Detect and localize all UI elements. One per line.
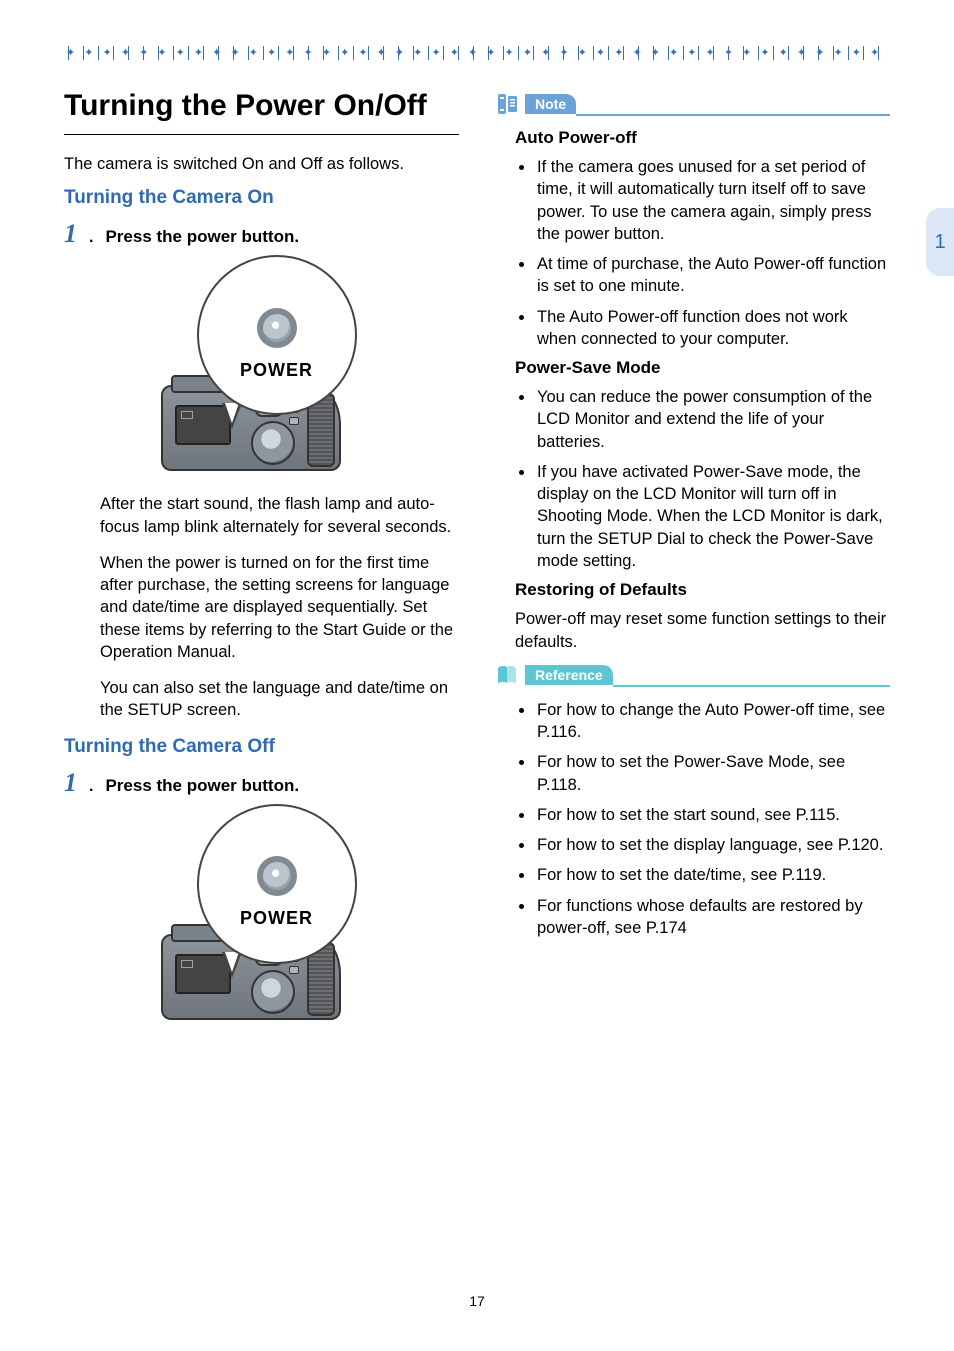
page-number: 17: [0, 1293, 954, 1309]
power-button-icon: [257, 856, 297, 896]
on-para-2: When the power is turned on for the firs…: [100, 552, 459, 663]
powersave-list: You can reduce the power consumption of …: [535, 386, 890, 572]
chapter-number: 1: [934, 231, 945, 254]
list-item: If the camera goes unused for a set peri…: [535, 156, 890, 245]
power-button-icon: [257, 308, 297, 348]
note-label: Note: [525, 94, 576, 114]
auto-poweroff-heading: Auto Power-off: [515, 128, 890, 148]
note-callout-header: Note: [495, 92, 890, 116]
on-para-1: After the start sound, the flash lamp an…: [100, 493, 459, 538]
list-item: For how to set the display language, see…: [535, 834, 890, 856]
section-heading-on: Turning the Camera On: [64, 187, 459, 209]
figure-power-off: POWER: [64, 806, 459, 1026]
powersave-heading: Power-Save Mode: [515, 358, 890, 378]
power-button-callout: POWER: [197, 255, 357, 415]
reference-callout-header: Reference: [495, 663, 890, 687]
on-para-3: You can also set the language and date/t…: [100, 677, 459, 722]
step-off-1: 1. Press the power button.: [64, 770, 459, 796]
reference-label: Reference: [525, 665, 613, 685]
step-number: 1: [64, 221, 77, 247]
list-item: For how to set the date/time, see P.119.: [535, 864, 890, 886]
figure-power-on: POWER: [64, 257, 459, 477]
list-item: At time of purchase, the Auto Power-off …: [535, 253, 890, 298]
auto-poweroff-list: If the camera goes unused for a set peri…: [535, 156, 890, 350]
section-heading-off: Turning the Camera Off: [64, 736, 459, 758]
left-column: Turning the Power On/Off The camera is s…: [64, 88, 459, 1042]
note-icon: [495, 92, 519, 116]
power-button-callout: POWER: [197, 804, 357, 964]
reference-underline: [613, 685, 890, 687]
callout-pointer: [222, 952, 242, 978]
power-label: POWER: [240, 360, 313, 381]
list-item: You can reduce the power consumption of …: [535, 386, 890, 453]
decorative-diamond-border: ✦ ✦ ✦ ✦ ✦ ✦ ✦ ✦ ✦ ✦ ✦ ✦ ✦ ✦ ✦ ✦ ✦ ✦ ✦ ✦ …: [66, 46, 888, 60]
power-label: POWER: [240, 908, 313, 929]
intro-text: The camera is switched On and Off as fol…: [64, 153, 459, 175]
list-item: For how to change the Auto Power-off tim…: [535, 699, 890, 744]
reference-list: For how to change the Auto Power-off tim…: [535, 699, 890, 939]
step-text: Press the power button.: [105, 227, 299, 247]
restoring-text: Power-off may reset some function settin…: [515, 608, 890, 653]
chapter-side-tab: 1: [926, 208, 954, 276]
step-dot: .: [89, 778, 93, 796]
step-text: Press the power button.: [105, 776, 299, 796]
reference-icon: [495, 663, 519, 687]
step-number: 1: [64, 770, 77, 796]
list-item: For how to set the Power-Save Mode, see …: [535, 751, 890, 796]
note-underline: [576, 114, 890, 116]
step-dot: .: [89, 229, 93, 247]
list-item: For functions whose defaults are restore…: [535, 895, 890, 940]
callout-pointer: [222, 403, 242, 429]
restoring-heading: Restoring of Defaults: [515, 580, 890, 600]
right-column: Note Auto Power-off If the camera goes u…: [495, 88, 890, 1042]
step-on-1: 1. Press the power button.: [64, 221, 459, 247]
list-item: For how to set the start sound, see P.11…: [535, 804, 890, 826]
list-item: The Auto Power-off function does not wor…: [535, 306, 890, 351]
page-title: Turning the Power On/Off: [64, 88, 459, 124]
list-item: If you have activated Power-Save mode, t…: [535, 461, 890, 572]
